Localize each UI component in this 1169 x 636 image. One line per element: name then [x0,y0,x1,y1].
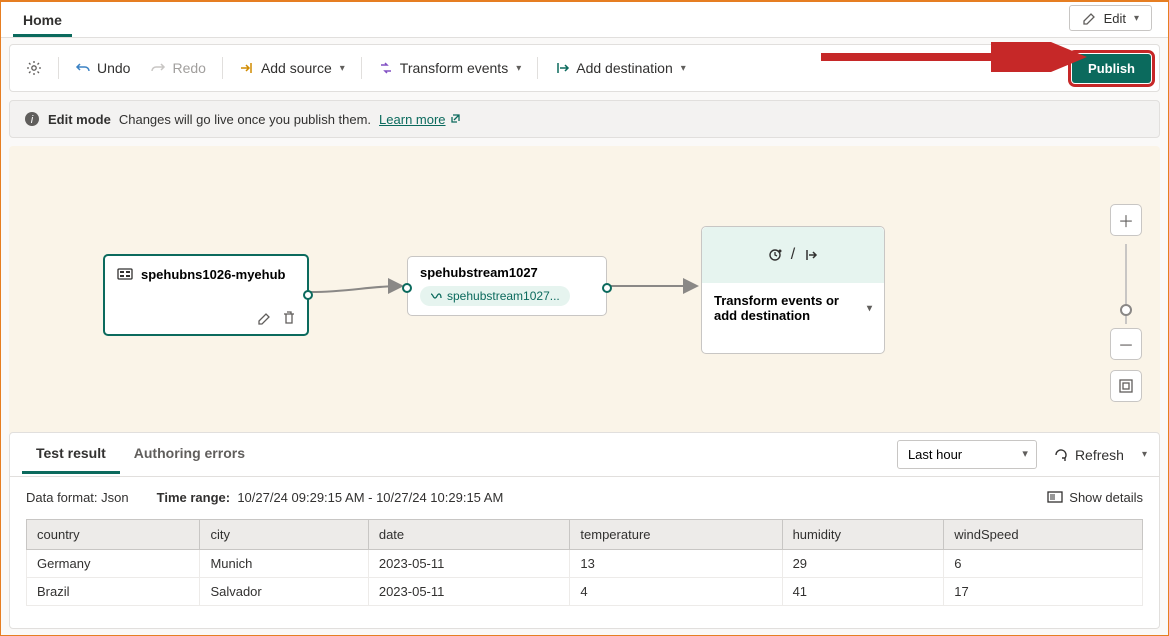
info-icon: i [24,111,40,127]
undo-icon [75,60,91,76]
col-city[interactable]: city [200,520,368,550]
transform-events-button[interactable]: Transform events ▾ [370,54,529,82]
chevron-down-icon: ▾ [1134,13,1139,24]
cell-temperature: 4 [570,578,782,606]
data-format-value: Json [101,490,128,505]
output-port[interactable] [303,290,313,300]
input-port[interactable] [402,283,412,293]
stream-icon [430,290,442,302]
cell-temperature: 13 [570,550,782,578]
cell-country: Germany [27,550,200,578]
toolbar: Undo Redo Add source ▾ Transform events … [9,44,1160,92]
transform-icon [767,247,783,263]
cell-country: Brazil [27,578,200,606]
add-source-button[interactable]: Add source ▾ [231,54,353,82]
refresh-button[interactable]: Refresh [1045,441,1132,469]
destination-text: Transform events or add destination [714,293,865,323]
cell-city: Salvador [200,578,368,606]
data-format-label: Data format: [26,490,98,505]
show-details-button[interactable]: Show details [1047,489,1143,505]
stream-title: spehubstream1027 [420,265,594,280]
details-icon [1047,489,1063,505]
redo-button: Redo [142,54,213,82]
add-destination-button[interactable]: Add destination ▾ [546,54,694,82]
pencil-icon [1082,10,1098,26]
design-canvas[interactable]: spehubns1026-myehub spehubstream1027 spe… [9,146,1160,436]
refresh-icon [1053,447,1069,463]
settings-button[interactable] [18,54,50,82]
edit-mode-banner: i Edit mode Changes will go live once yo… [9,100,1160,138]
cell-date: 2023-05-11 [368,550,570,578]
table-row[interactable]: GermanyMunich2023-05-1113296 [27,550,1143,578]
time-range-select[interactable]: Last hour [897,440,1037,469]
destination-out-icon [803,247,819,263]
col-date[interactable]: date [368,520,570,550]
source-in-icon [239,60,255,76]
output-port[interactable] [602,283,612,293]
table-row[interactable]: BrazilSalvador2023-05-1144117 [27,578,1143,606]
gear-icon [26,60,42,76]
banner-mode: Edit mode [48,112,111,127]
tab-authoring-errors[interactable]: Authoring errors [120,435,259,474]
destination-out-icon [554,60,570,76]
cell-humidity: 29 [782,550,944,578]
chevron-down-icon: ▾ [681,63,686,74]
publish-button[interactable]: Publish [1072,54,1151,83]
eventhub-icon [117,266,133,282]
destination-placeholder-node[interactable]: / Transform events or add destination ▾ [701,226,885,354]
redo-icon [150,60,166,76]
stream-node[interactable]: spehubstream1027 spehubstream1027... [407,256,607,316]
chevron-down-icon: ▾ [516,63,521,74]
learn-more-link[interactable]: Learn more [379,112,460,127]
chevron-down-icon[interactable]: ▾ [1142,449,1147,460]
chevron-down-icon: ▾ [340,63,345,74]
cell-windSpeed: 17 [944,578,1143,606]
chevron-down-icon[interactable]: ▾ [867,303,872,314]
col-temperature[interactable]: temperature [570,520,782,550]
results-table: countrycitydatetemperaturehumiditywindSp… [26,519,1143,606]
col-windSpeed[interactable]: windSpeed [944,520,1143,550]
trash-icon[interactable] [281,310,297,326]
zoom-controls: ＋ － [1110,204,1142,406]
cell-city: Munich [200,550,368,578]
col-country[interactable]: country [27,520,200,550]
zoom-knob[interactable] [1120,304,1132,316]
cell-windSpeed: 6 [944,550,1143,578]
zoom-in-button[interactable]: ＋ [1110,204,1142,236]
col-humidity[interactable]: humidity [782,520,944,550]
time-range-label: Time range: [157,490,230,505]
fit-screen-button[interactable] [1110,370,1142,402]
source-node[interactable]: spehubns1026-myehub [103,254,309,336]
cell-humidity: 41 [782,578,944,606]
tab-home[interactable]: Home [13,4,72,37]
tab-test-result[interactable]: Test result [22,435,120,474]
time-range-value: 10/27/24 09:29:15 AM - 10/27/24 10:29:15… [237,490,503,505]
fit-icon [1118,378,1134,394]
source-title: spehubns1026-myehub [141,267,286,282]
undo-button[interactable]: Undo [67,54,138,82]
stream-pill: spehubstream1027... [420,286,570,306]
pencil-icon[interactable] [257,310,273,326]
transform-icon [378,60,394,76]
slash: / [791,246,795,264]
cell-date: 2023-05-11 [368,578,570,606]
external-link-icon [449,113,461,125]
edit-button[interactable]: Edit ▾ [1069,5,1152,31]
zoom-out-button[interactable]: － [1110,328,1142,360]
banner-message: Changes will go live once you publish th… [119,112,371,127]
results-panel: Test result Authoring errors Last hour R… [9,432,1160,629]
zoom-slider[interactable] [1125,244,1127,324]
